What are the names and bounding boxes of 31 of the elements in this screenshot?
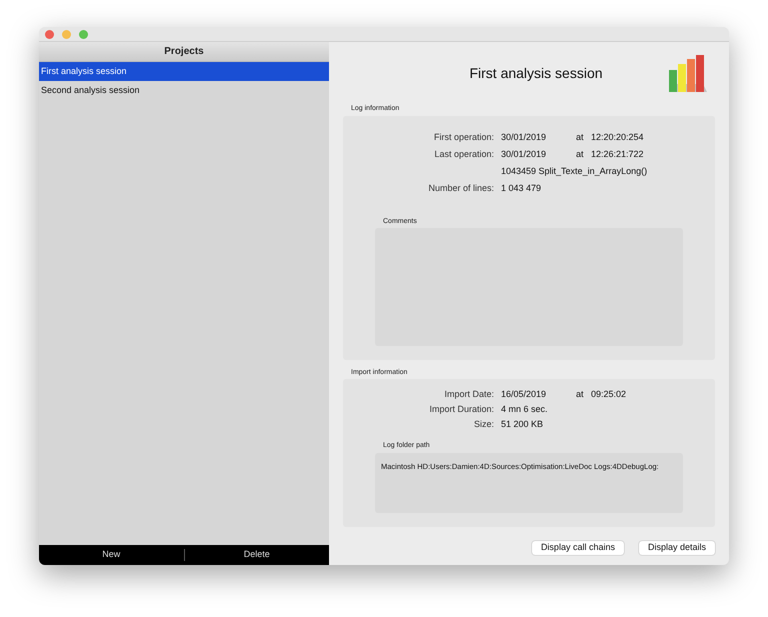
footer-button[interactable]: New [39,545,184,565]
close-button[interactable] [45,30,54,38]
project-item[interactable]: First analysis session [39,62,329,81]
at-label: at [576,148,585,161]
time-value: 12:26:21:722 [591,148,644,161]
field-label: Import Date: [443,388,495,402]
field-value: 1043459 Split_Texte_in_ArrayLong() [501,164,648,178]
field-label: Last operation: [433,148,495,161]
time-value: 12:20:20:254 [591,130,644,144]
sidebar-header: Projects [39,42,329,62]
action-button[interactable]: Display call chains [532,541,624,555]
at-label: at [576,130,585,144]
project-item[interactable]: Second analysis session [39,81,329,100]
session-title: First analysis session [469,64,603,83]
zoom-button[interactable] [79,30,88,38]
field-value: 51 200 KB [501,418,544,432]
field-value: 4 mn 6 sec. [501,403,548,416]
field-label: Number of lines: [427,182,495,195]
field-value: 16/05/2019 [501,388,548,402]
footer-button[interactable]: Delete [184,545,329,565]
field-value: 30/01/2019 [501,130,548,144]
at-label: at [576,388,585,402]
time-value: 09:25:02 [591,388,626,402]
field-label: Size: [472,418,495,432]
bar-chart-icon [667,54,709,94]
field-value: 1 043 479 [501,182,542,195]
field-value: 30/01/2019 [501,148,548,161]
minimize-button[interactable] [62,30,71,38]
action-button[interactable]: Display details [638,541,715,555]
field-label: Import Duration: [428,403,495,416]
field-label: First operation: [432,130,495,144]
